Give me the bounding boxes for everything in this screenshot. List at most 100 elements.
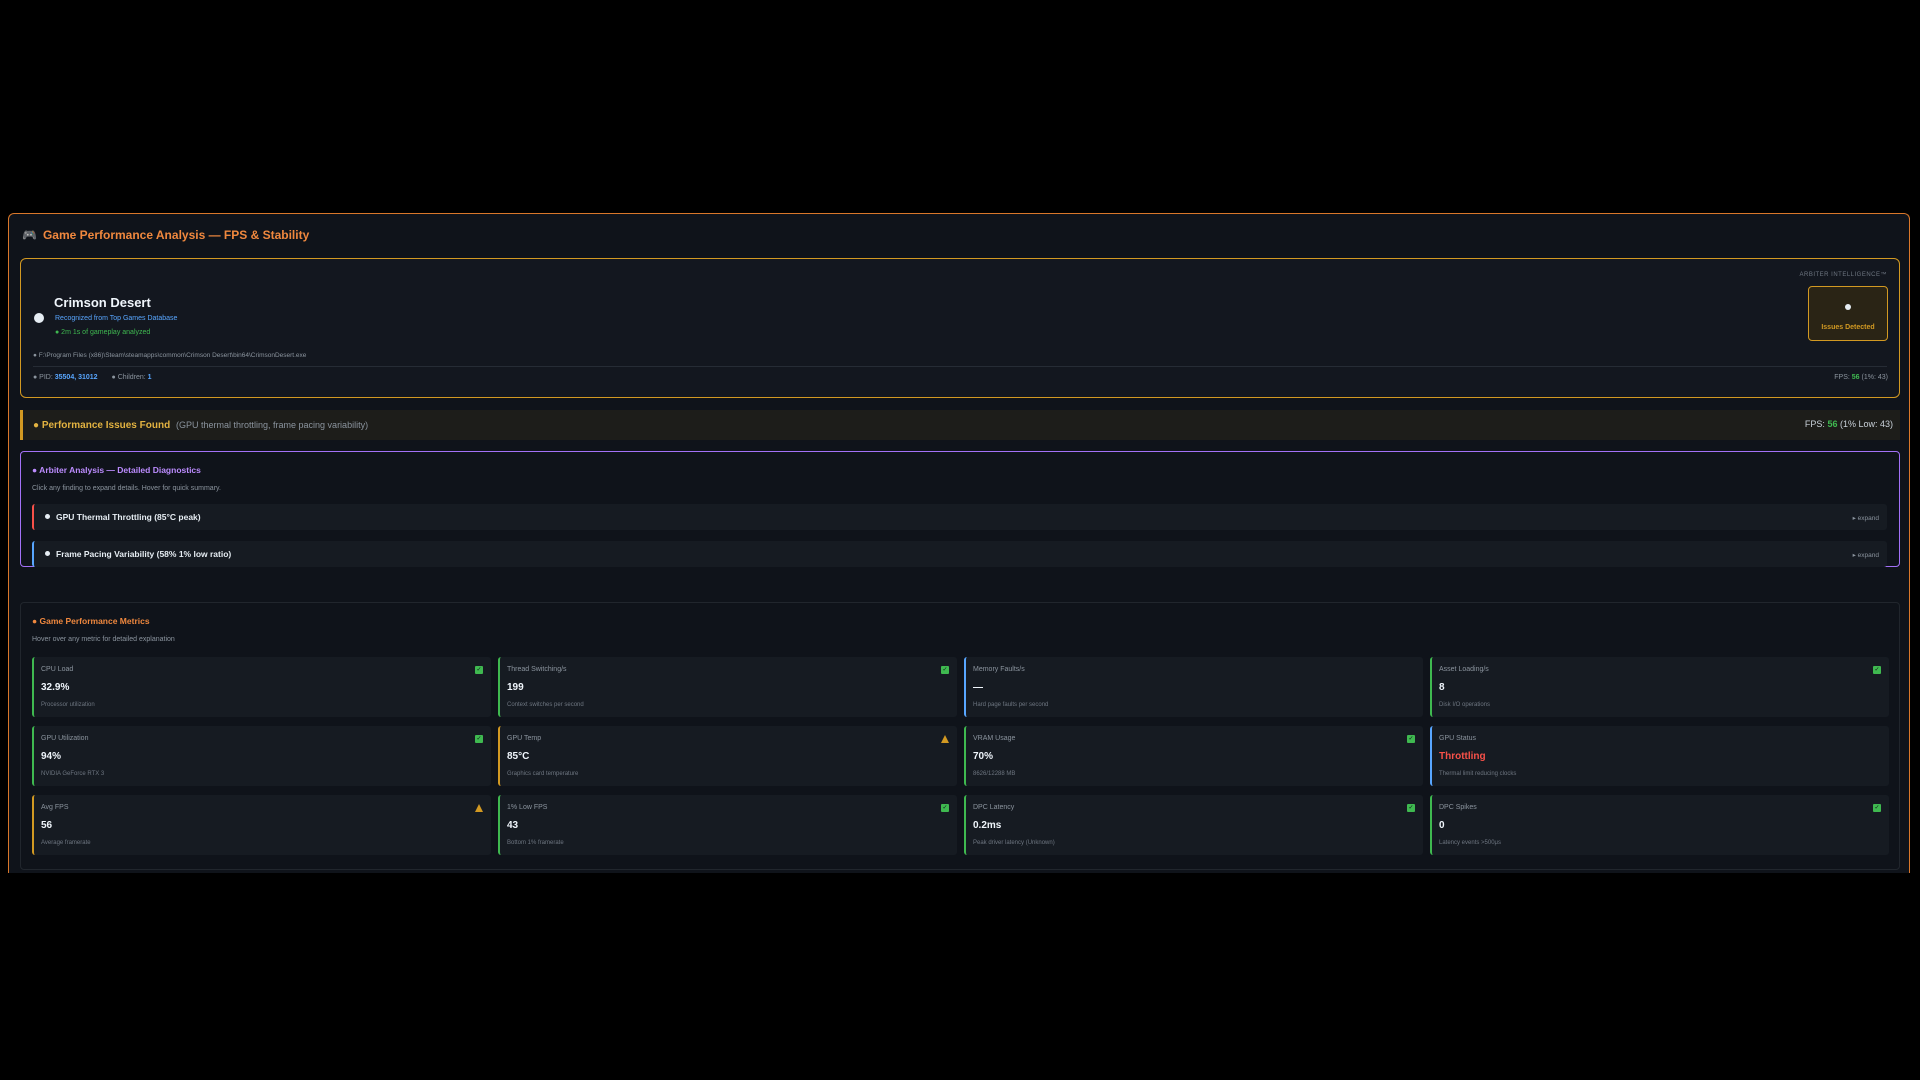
check-icon: ✓ [941,804,949,812]
issues-indicator-icon [1845,304,1851,310]
arbiter-intelligence-label: ARBITER INTELLIGENCE™ [1799,272,1887,278]
metric-description: Thermal limit reducing clocks [1439,771,1517,777]
game-analyzed-duration: ● 2m 1s of gameplay analyzed [55,329,151,336]
metric-label: VRAM Usage [973,735,1016,742]
game-source-link[interactable]: Recognized from Top Games Database [55,315,177,322]
metric-card-thread-switching[interactable]: Thread Switching/s ✓ 199 Context switche… [498,657,957,717]
finding-bullet-icon [45,551,50,556]
issues-banner-subtitle: (GPU thermal throttling, frame pacing va… [176,420,369,430]
check-icon: ✓ [475,735,483,743]
metric-value: — [973,682,983,693]
metric-label: GPU Temp [507,735,542,742]
metric-value: 32.9% [41,682,70,693]
check-icon: ✓ [475,666,483,674]
metric-value: 70% [973,751,994,762]
metric-card-1pct-low-fps[interactable]: 1% Low FPS ✓ 43 Bottom 1% framerate [498,795,957,855]
warning-icon [475,804,483,812]
finding-text: GPU Thermal Throttling (85°C peak) [56,512,201,522]
metric-value: Throttling [1439,751,1486,762]
metric-description: NVIDIA GeForce RTX 3 [41,771,105,777]
metric-card-avg-fps[interactable]: Avg FPS 56 Average framerate [32,795,491,855]
banner-fps-value: 56 [1827,419,1838,429]
metric-value: 43 [507,820,519,831]
metric-value: 199 [507,682,524,693]
panel-title: Game Performance Analysis — FPS & Stabil… [42,228,310,242]
expand-toggle[interactable]: ▸ expand [1853,514,1879,522]
check-icon: ✓ [1407,735,1415,743]
divider [33,366,1887,367]
metric-label: GPU Status [1439,735,1476,742]
banner-fps-label: FPS: [1804,419,1825,429]
issues-detected-label: Issues Detected [1821,324,1875,331]
panel-header: 🎮 Game Performance Analysis — FPS & Stab… [22,228,309,242]
metric-label: CPU Load [41,666,74,673]
analysis-hint: Click any finding to expand details. Hov… [32,485,221,492]
metric-card-cpu-load[interactable]: CPU Load ✓ 32.9% Processor utilization [32,657,491,717]
game-performance-panel: 🎮 Game Performance Analysis — FPS & Stab… [8,213,1910,873]
metric-value: 0.2ms [973,820,1002,831]
metric-description: Graphics card temperature [507,771,579,777]
finding-gpu-thermal-throttling[interactable]: GPU Thermal Throttling (85°C peak) ▸ exp… [32,504,1887,530]
metric-label: Avg FPS [41,804,69,811]
finding-bullet-icon [45,514,50,519]
game-name: Crimson Desert [54,295,151,310]
metric-label: GPU Utilization [41,735,89,742]
metric-label: Memory Faults/s [973,666,1025,673]
game-performance-metrics-section: ● Game Performance Metrics Hover over an… [20,602,1900,870]
metric-card-dpc-latency[interactable]: DPC Latency ✓ 0.2ms Peak driver latency … [964,795,1423,855]
metric-label: DPC Spikes [1439,804,1477,811]
metric-card-gpu-status[interactable]: GPU Status Throttling Thermal limit redu… [1430,726,1889,786]
metric-description: Hard page faults per second [973,702,1049,708]
metric-card-memory-faults[interactable]: Memory Faults/s — Hard page faults per s… [964,657,1423,717]
metric-label: 1% Low FPS [507,804,548,811]
metric-card-gpu-temp[interactable]: GPU Temp 85°C Graphics card temperature [498,726,957,786]
game-exe-path: ● F:\Program Files (x86)\Steam\steamapps… [33,352,307,359]
children-value: 1 [147,374,152,381]
metric-card-dpc-spikes[interactable]: DPC Spikes ✓ 0 Latency events >500μs [1430,795,1889,855]
fps-label: FPS: [1834,374,1850,381]
metric-description: Average framerate [41,840,91,846]
metric-description: 8626/12288 MB [973,771,1016,777]
warning-icon [941,735,949,743]
process-info: ● PID: 35504, 31012 ● Children: 1 [33,374,152,381]
metric-description: Latency events >500μs [1439,840,1501,846]
metrics-title: ● Game Performance Metrics [32,616,150,626]
metric-value: 0 [1439,820,1445,831]
metric-description: Processor utilization [41,702,95,708]
metric-value: 94% [41,751,62,762]
issues-banner-title: ● Performance Issues Found [33,420,171,431]
metric-description: Context switches per second [507,702,584,708]
check-icon: ✓ [1407,804,1415,812]
metric-card-gpu-utilization[interactable]: GPU Utilization ✓ 94% NVIDIA GeForce RTX… [32,726,491,786]
pid-label: ● PID: [33,374,53,381]
metric-label: Asset Loading/s [1439,666,1489,673]
game-status-dot [34,313,44,323]
check-icon: ✓ [1873,666,1881,674]
metric-value: 8 [1439,682,1445,693]
game-fps-summary: FPS: 56 (1%: 43) [1834,374,1888,381]
metrics-hint: Hover over any metric for detailed expla… [32,636,175,643]
metric-value: 85°C [507,751,530,762]
metric-value: 56 [41,820,53,831]
finding-text: Frame Pacing Variability (58% 1% low rat… [56,549,232,559]
metric-label: Thread Switching/s [507,666,567,673]
banner-fps-low: (1% Low: 43) [1839,419,1893,429]
metric-description: Disk I/O operations [1439,702,1491,708]
check-icon: ✓ [1873,804,1881,812]
check-icon: ✓ [941,666,949,674]
finding-frame-pacing-variability[interactable]: Frame Pacing Variability (58% 1% low rat… [32,541,1887,567]
issues-detected-badge: Issues Detected [1808,286,1888,341]
children-label: ● Children: [111,374,146,381]
game-info-card: Crimson Desert Recognized from Top Games… [20,258,1900,398]
metric-card-asset-loading[interactable]: Asset Loading/s ✓ 8 Disk I/O operations [1430,657,1889,717]
performance-issues-banner: ● Performance Issues Found (GPU thermal … [20,410,1900,440]
analysis-title: ● Arbiter Analysis — Detailed Diagnostic… [32,465,201,475]
arbiter-analysis-section: ● Arbiter Analysis — Detailed Diagnostic… [20,451,1900,567]
metric-card-vram-usage[interactable]: VRAM Usage ✓ 70% 8626/12288 MB [964,726,1423,786]
fps-value: 56 [1851,374,1860,381]
fps-low: (1%: 43) [1861,374,1888,381]
metric-label: DPC Latency [973,804,1015,811]
metric-description: Bottom 1% framerate [507,840,564,846]
gamepad-icon: 🎮 [22,228,37,242]
expand-toggle[interactable]: ▸ expand [1853,551,1879,559]
